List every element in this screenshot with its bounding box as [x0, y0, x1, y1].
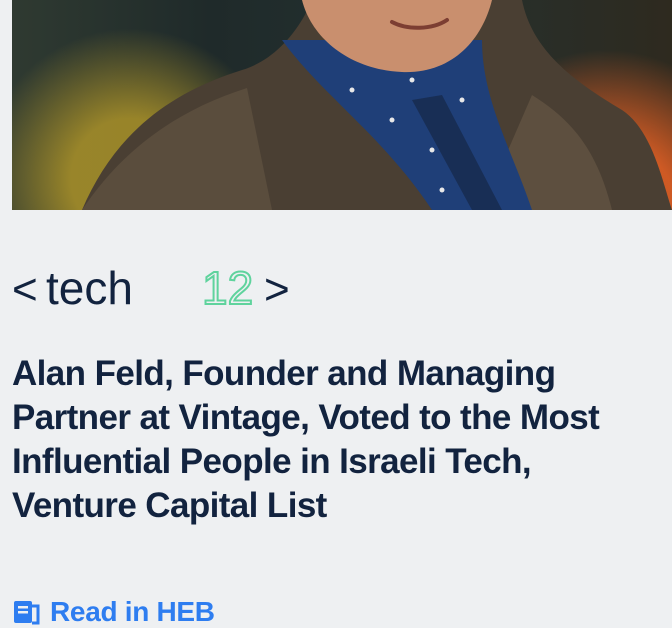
read-link-label: Read in HEB — [50, 596, 215, 627]
logo-brand-text: tech — [46, 262, 133, 314]
hero-photo — [12, 0, 672, 210]
article-headline: Alan Feld, Founder and Managing Partner … — [12, 354, 600, 525]
logo-right-bracket: > — [264, 265, 290, 314]
tech12-logo: < tech 12 > — [12, 262, 290, 315]
read-in-hebrew-link[interactable]: Read in HEB — [12, 596, 215, 628]
portrait-illustration — [82, 0, 672, 210]
logo-brand-number: 12 — [202, 262, 253, 314]
logo-left-bracket: < — [12, 265, 38, 314]
